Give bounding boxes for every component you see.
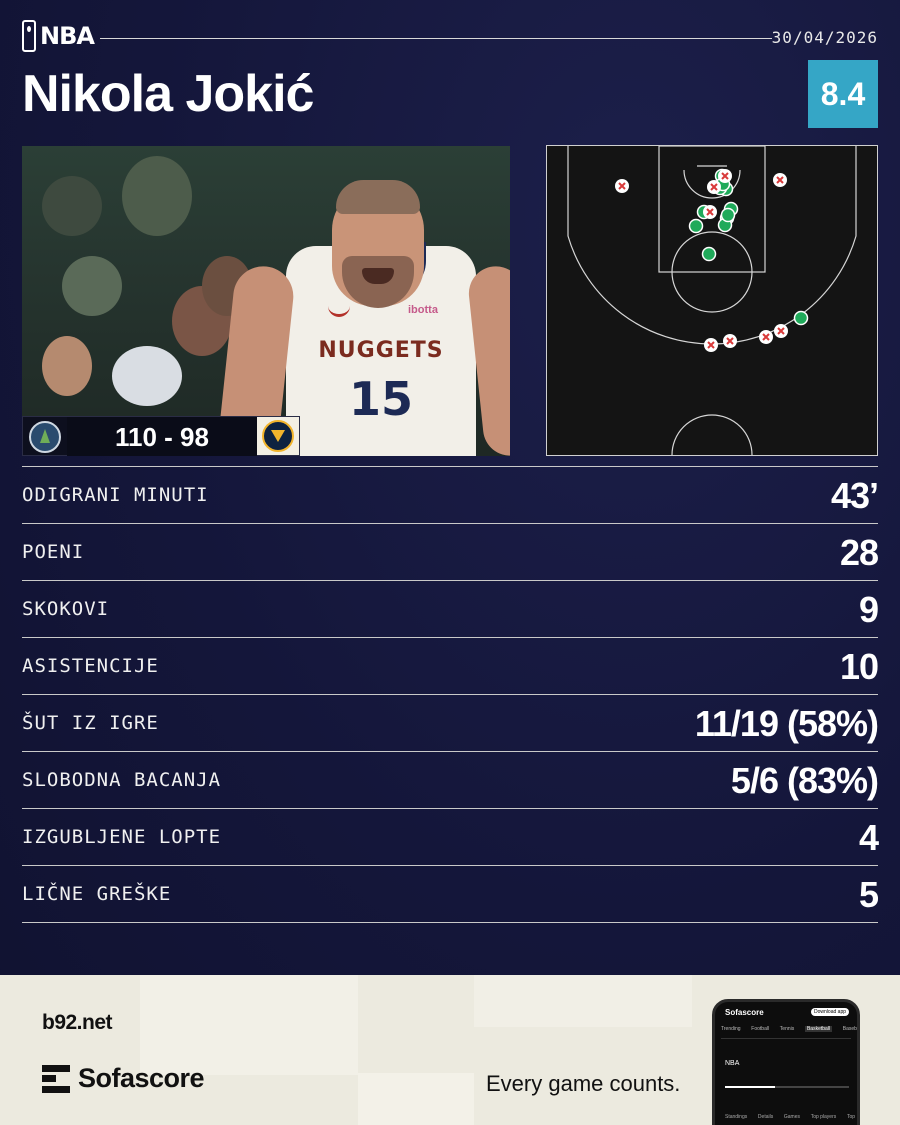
missed-shot-marker [718,169,732,183]
stat-value: 43’ [830,475,879,516]
stat-label: IZGUBLJENE LOPTE [22,826,222,848]
phone-tab-active: Basketball [804,1026,833,1032]
final-score: 110 - 98 [67,417,257,456]
stat-row-minutes: ODIGRANI MINUTI 43’ [22,466,879,523]
missed-shot-marker [759,330,773,344]
timberwolves-logo-icon [29,421,61,453]
scoreboard: 110 - 98 [22,416,300,456]
stat-row-rebounds: SKOKOVI 9 [22,580,879,637]
stat-label: ASISTENCIJE [22,655,159,677]
made-shot-marker [688,218,704,234]
sofascore-logo: Sofascore [42,1063,205,1094]
stat-label: SKOKOVI [22,598,110,620]
stat-row-points: POENI 28 [22,523,879,580]
missed-shot-marker [723,334,737,348]
stat-value: 11/19 (58%) [694,703,879,744]
missed-shot-marker [774,324,788,338]
tagline: Every game counts. [486,1071,681,1096]
phone-tab: Trending [721,1026,741,1032]
phone-mockup: Sofascore Download app Trending Football… [712,999,860,1125]
stat-label: ŠUT IZ IGRE [22,712,159,734]
phone-tab: Tennis [779,1026,795,1032]
nuggets-logo-icon [262,420,294,452]
phone-download-button: Download app [811,1008,849,1016]
made-shot-marker [793,310,809,326]
phone-tab: Baseb [842,1026,857,1032]
sofascore-wordmark: Sofascore [78,1063,205,1093]
stat-row-assists: ASISTENCIJE 10 [22,637,879,694]
nike-swoosh-icon [328,306,350,317]
missed-shot-marker [615,179,629,193]
three-point-arc [567,146,857,345]
jersey-number: 15 [348,372,413,426]
phone-subtab: Games [783,1114,801,1120]
game-date: 30/04/2026 [771,28,878,47]
missed-shot-marker [773,173,787,187]
stat-row-free-throws: SLOBODNA BACANJA 5/6 (83%) [22,751,879,808]
footer: b92.net Sofascore Every game counts. Sof… [0,975,900,1125]
stat-value: 10 [839,646,879,687]
shot-chart-court [567,146,857,455]
phone-subtab: Top [846,1114,855,1120]
nba-silhouette-icon [22,20,36,52]
missed-shot-marker [703,205,717,219]
top-bar: NBA 30/04/2026 [22,20,878,56]
phone-app-title: Sofascore [725,1008,764,1017]
stat-value: 5/6 (83%) [730,760,879,801]
phone-progress [725,1086,849,1088]
made-shot-marker [720,207,736,223]
phone-subtabs: Standings Details Games Top players Top [725,1114,855,1120]
stat-value: 9 [858,589,879,630]
jersey-team: NUGGETS [318,338,444,363]
divider [100,38,772,39]
center-circle [671,414,753,455]
stat-row-turnovers: IZGUBLJENE LOPTE 4 [22,808,879,865]
stats-table: ODIGRANI MINUTI 43’ POENI 28 SKOKOVI 9 A… [22,466,879,923]
sofascore-icon [42,1064,70,1093]
league-name: NBA [40,22,95,50]
phone-tabs: Trending Football Tennis Basketball Base… [721,1026,857,1032]
stat-value: 28 [839,532,879,573]
stat-label: POENI [22,541,85,563]
phone-league: NBA [725,1060,740,1067]
missed-shot-marker [707,180,721,194]
player-rating-badge: 8.4 [808,60,878,128]
phone-subtab: Top players [810,1114,837,1120]
stat-row-fouls: LIČNE GREŠKE 5 [22,865,879,923]
jersey-sponsor: ibotta [408,304,438,316]
phone-subtab: Standings [725,1114,748,1120]
made-shot-marker [701,246,717,262]
player-head [332,180,424,308]
phone-tab: Football [751,1026,770,1032]
shot-markers [615,168,809,352]
phone-subtab: Details [757,1114,774,1120]
stat-row-field-goals: ŠUT IZ IGRE 11/19 (58%) [22,694,879,751]
player-name: Nikola Jokić [22,65,314,123]
player-photo: ibotta NUGGETS 15 110 - 98 [22,146,510,456]
stat-label: ODIGRANI MINUTI [22,484,209,506]
stat-value: 5 [858,874,879,915]
player-figure: ibotta NUGGETS 15 [215,146,510,456]
missed-shot-marker [704,338,718,352]
shot-chart [546,145,878,456]
stat-value: 4 [858,817,879,858]
stat-label: LIČNE GREŠKE [22,883,172,905]
b92-logo: b92.net [42,1011,113,1034]
stat-label: SLOBODNA BACANJA [22,769,222,791]
nba-logo: NBA [22,20,95,52]
